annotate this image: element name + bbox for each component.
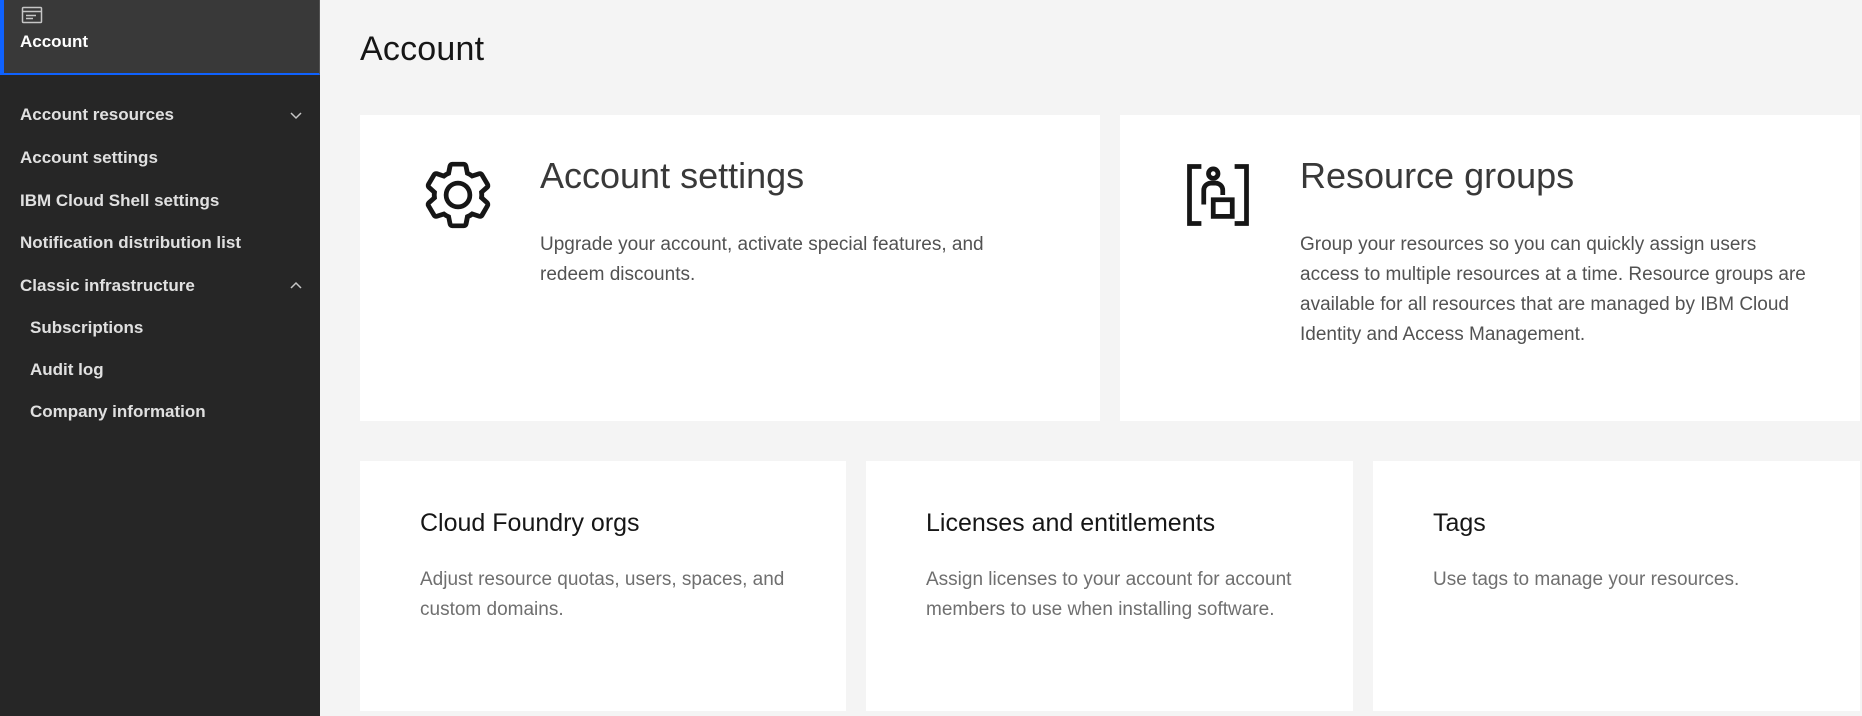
page-title: Account (360, 30, 485, 68)
sidebar-item-label: Account resources (20, 105, 174, 124)
sidebar-item-label: Company information (30, 402, 206, 421)
sidebar-item-cloud-shell-settings[interactable]: IBM Cloud Shell settings (0, 181, 320, 221)
sidebar-item-label: Account settings (20, 148, 158, 167)
cloud-foundry-orgs-card-description: Adjust resource quotas, users, spaces, a… (420, 569, 785, 620)
sidebar-item-account-settings[interactable]: Account settings (0, 138, 320, 178)
sidebar-header-label: Account (20, 32, 88, 51)
sidebar-item-label: IBM Cloud Shell settings (20, 191, 220, 210)
cloud-foundry-orgs-card[interactable]: Cloud Foundry orgs Adjust resource quota… (360, 461, 846, 711)
licenses-entitlements-card[interactable]: Licenses and entitlements Assign license… (866, 461, 1353, 711)
sidebar: Account Account resources Account settin… (0, 0, 320, 716)
chevron-up-icon (290, 281, 302, 289)
sidebar-item-company-information[interactable]: Company information (0, 392, 320, 432)
sidebar-item-label: Notification distribution list (20, 233, 241, 252)
cloud-foundry-orgs-card-title: Cloud Foundry orgs (420, 509, 640, 537)
resource-group-icon (1187, 164, 1249, 226)
account-settings-card-title: Account settings (540, 155, 805, 196)
account-settings-card-description: Upgrade your account, activate special f… (540, 234, 984, 285)
licenses-entitlements-card-description: Assign licenses to your account for acco… (926, 569, 1292, 620)
sidebar-item-label: Subscriptions (30, 318, 144, 337)
tags-card[interactable]: Tags Use tags to manage your resources. (1373, 461, 1860, 711)
resource-groups-card[interactable]: Resource groups Group your resources so … (1120, 115, 1860, 421)
sidebar-item-account-resources[interactable]: Account resources (0, 95, 320, 135)
sidebar-item-label: Classic infrastructure (20, 276, 195, 295)
account-settings-card[interactable]: Account settings Upgrade your account, a… (360, 115, 1100, 421)
resource-groups-card-description: Group your resources so you can quickly … (1300, 234, 1806, 345)
sidebar-item-audit-log[interactable]: Audit log (0, 350, 320, 390)
resource-groups-card-title: Resource groups (1300, 155, 1575, 196)
sidebar-item-notification-distribution-list[interactable]: Notification distribution list (0, 223, 320, 263)
sidebar-item-label: Audit log (30, 360, 104, 379)
sidebar-header-account[interactable]: Account (0, 0, 320, 75)
sidebar-item-classic-infrastructure[interactable]: Classic infrastructure (0, 266, 320, 306)
tags-card-description: Use tags to manage your resources. (1433, 569, 1740, 590)
gear-icon (425, 161, 491, 229)
tags-card-title: Tags (1433, 509, 1486, 537)
licenses-entitlements-card-title: Licenses and entitlements (926, 509, 1216, 537)
sidebar-item-subscriptions[interactable]: Subscriptions (0, 308, 320, 348)
chevron-down-icon (290, 112, 302, 120)
account-card-icon (21, 6, 43, 24)
